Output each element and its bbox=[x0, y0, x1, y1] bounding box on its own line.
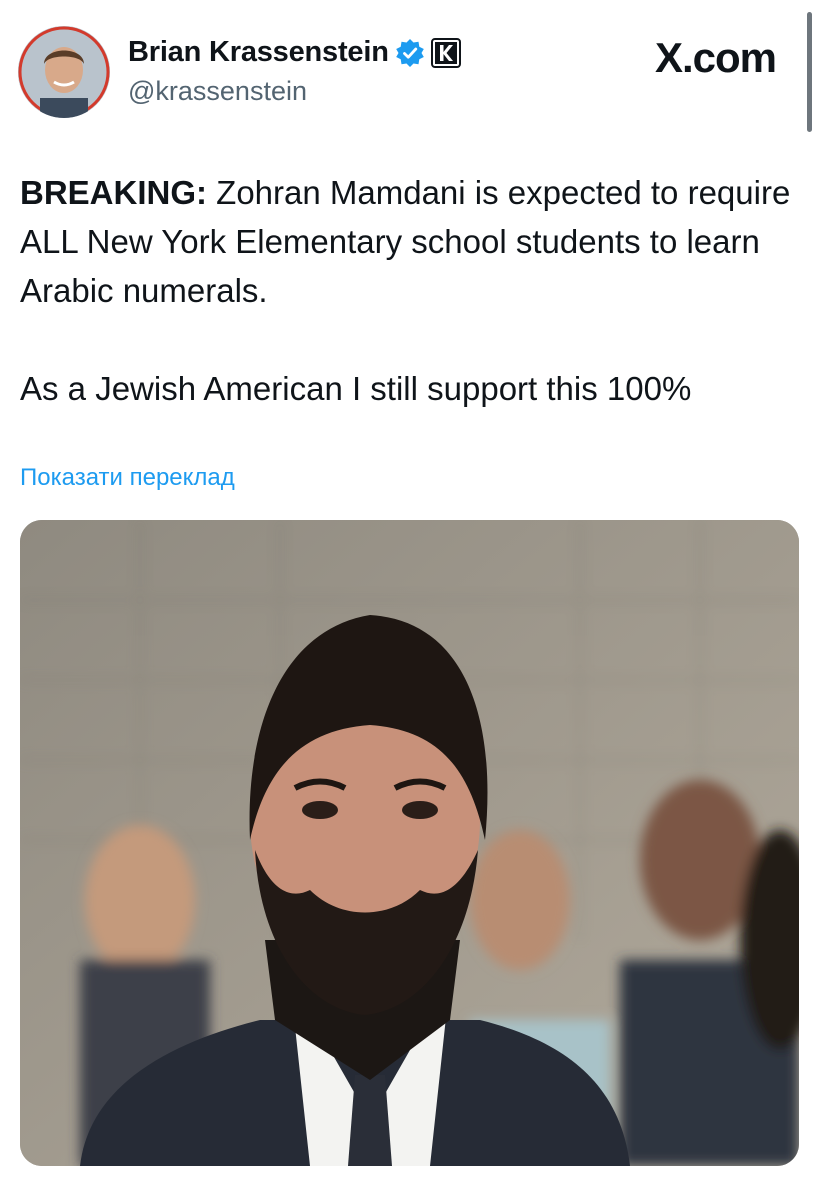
k-affiliate-icon[interactable] bbox=[430, 37, 461, 68]
author-display-name[interactable]: Brian Krassenstein bbox=[128, 36, 389, 69]
tweet-paragraph-1: BREAKING: Zohran Mamdani is expected to … bbox=[20, 168, 800, 315]
tweet-paragraph-2: As a Jewish American I still support thi… bbox=[20, 370, 692, 407]
avatar[interactable] bbox=[18, 26, 110, 118]
tweet-header: Brian Krassenstein @krassenstein X.com bbox=[18, 26, 798, 118]
verified-badge-icon bbox=[395, 38, 425, 68]
brand-wordmark: X.com bbox=[654, 34, 777, 81]
author-name-row: Brian Krassenstein bbox=[128, 36, 461, 69]
author-handle[interactable]: @krassenstein bbox=[128, 76, 307, 107]
tweet-lead: BREAKING: bbox=[20, 174, 207, 211]
scrollbar[interactable] bbox=[807, 12, 812, 132]
tweet-text: BREAKING: Zohran Mamdani is expected to … bbox=[20, 168, 800, 413]
translate-link[interactable]: Показати переклад bbox=[20, 464, 235, 492]
tweet-photo[interactable] bbox=[20, 520, 799, 1166]
